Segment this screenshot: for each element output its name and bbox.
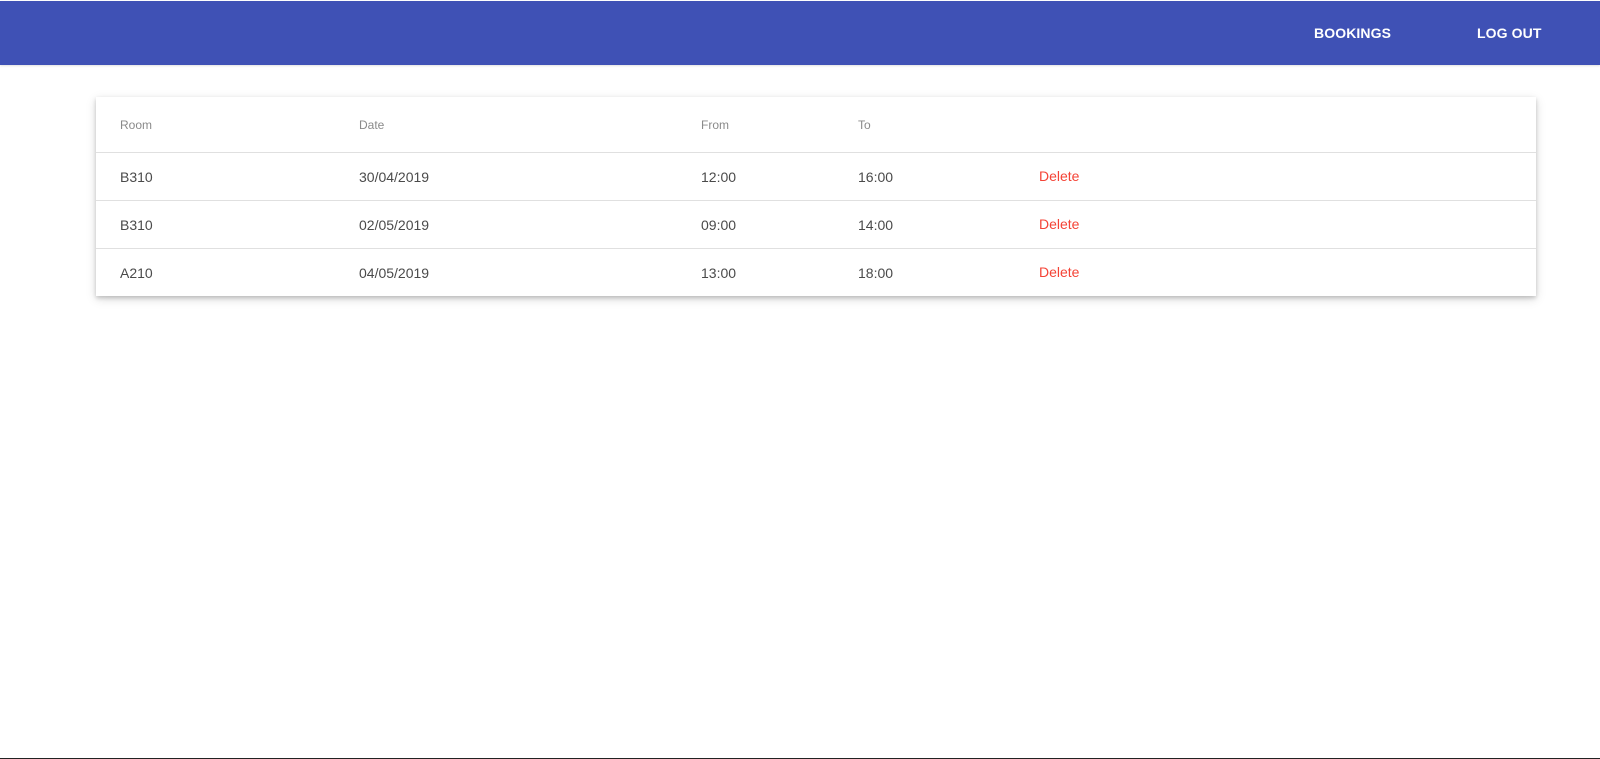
- cell-to: 14:00: [858, 200, 1039, 249]
- bookings-table-card: Room Date From To B310 30/04/2019 12:00 …: [96, 97, 1536, 296]
- bookings-nav-button[interactable]: BOOKINGS: [1314, 1, 1391, 65]
- column-header-room: Room: [96, 97, 359, 153]
- cell-date: 30/04/2019: [359, 152, 701, 201]
- cell-to: 18:00: [858, 264, 894, 281]
- cell-to: 16:00: [858, 152, 1039, 201]
- cell-action: Delete: [1039, 200, 1536, 249]
- cell-date: 04/05/2019: [359, 264, 430, 281]
- cell-from: 09:00: [701, 200, 858, 249]
- column-header-to: To: [858, 97, 1039, 153]
- delete-button[interactable]: Delete: [1039, 216, 1079, 232]
- delete-button[interactable]: Delete: [1039, 264, 1079, 280]
- column-header-from: From: [701, 97, 858, 153]
- cell-from: 13:00: [701, 264, 737, 281]
- cell-action: Delete: [1039, 249, 1536, 297]
- bookings-table: Room Date From To B310 30/04/2019 12:00 …: [96, 97, 1536, 296]
- table-row: A210 04/05/2019 13:00 18:00 Delete: [96, 249, 1536, 297]
- top-toolbar: BOOKINGS LOG OUT: [0, 1, 1600, 65]
- cell-from: 12:00: [701, 152, 858, 201]
- table-body: B310 30/04/2019 12:00 16:00 Delete B310 …: [96, 152, 1536, 297]
- cell-room: B310: [96, 200, 359, 249]
- table-header-row: Room Date From To: [96, 97, 1536, 153]
- cell-date: 02/05/2019: [359, 200, 701, 249]
- table-row: B310 30/04/2019 12:00 16:00 Delete: [96, 152, 1536, 201]
- cell-room: A210: [120, 264, 153, 281]
- table-row: B310 02/05/2019 09:00 14:00 Delete: [96, 200, 1536, 249]
- column-header-actions: [1039, 97, 1536, 153]
- cell-action: Delete: [1039, 152, 1536, 201]
- cell-room: B310: [96, 152, 359, 201]
- bookings-page: BOOKINGS LOG OUT Room Date From To B310 …: [0, 0, 1600, 759]
- delete-button[interactable]: Delete: [1039, 168, 1079, 184]
- logout-button[interactable]: LOG OUT: [1477, 1, 1541, 65]
- column-header-date: Date: [359, 97, 701, 153]
- table-header: Room Date From To: [96, 97, 1536, 153]
